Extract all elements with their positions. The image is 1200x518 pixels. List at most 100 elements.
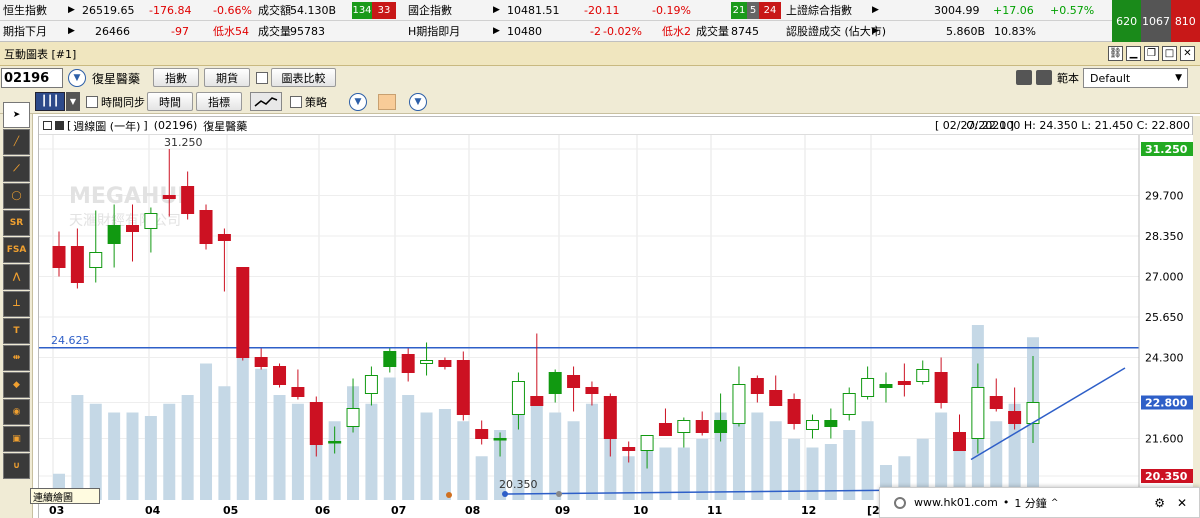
expand-arrow-icon[interactable]: ▶: [872, 21, 879, 41]
candle-body[interactable]: [107, 225, 121, 244]
candle-body[interactable]: [714, 420, 728, 433]
expand-arrow-icon[interactable]: ▶: [872, 0, 879, 20]
candle-body[interactable]: [879, 384, 893, 388]
candle-body[interactable]: [420, 360, 434, 364]
candle-body[interactable]: [493, 438, 507, 441]
measure-icon[interactable]: ⇹: [3, 345, 30, 371]
time-sync-checkbox[interactable]: [86, 96, 98, 108]
candlestick-chart[interactable]: MEGAHUB天滙財經有限公司24.62531.25020.35031.2502…: [39, 135, 1194, 518]
compare-checkbox[interactable]: [256, 72, 268, 84]
stock-code-input[interactable]: 02196: [1, 68, 63, 88]
candle-body[interactable]: [511, 381, 525, 415]
candle-body[interactable]: [769, 390, 783, 406]
candle-body[interactable]: [989, 396, 1003, 409]
candle-body[interactable]: [475, 429, 489, 439]
chevron-up-icon[interactable]: ^: [1051, 498, 1059, 508]
candle-body[interactable]: [456, 360, 470, 415]
lock-icon[interactable]: ▣: [3, 426, 30, 452]
dropdown-circle-icon[interactable]: ▼: [349, 93, 367, 111]
candle-body[interactable]: [585, 387, 599, 394]
candle-body[interactable]: [162, 195, 176, 199]
ellipse-icon[interactable]: ◯: [3, 183, 30, 209]
fibonacci-icon[interactable]: ⋀: [3, 264, 30, 290]
select-icon[interactable]: ➤: [3, 102, 30, 128]
candle-type-icon[interactable]: ┃┃┃: [35, 92, 65, 111]
expand-arrow-icon[interactable]: ▶: [493, 21, 500, 41]
candle-body[interactable]: [1008, 411, 1022, 424]
save-icon[interactable]: [1016, 70, 1032, 85]
candle-body[interactable]: [603, 396, 617, 439]
candle-body[interactable]: [677, 420, 691, 433]
fsa-icon[interactable]: FSA: [3, 237, 30, 263]
close-icon[interactable]: ✕: [1180, 46, 1195, 61]
restore-icon[interactable]: ❐: [1144, 46, 1159, 61]
candle-body[interactable]: [438, 360, 452, 367]
gann-icon[interactable]: ⊥: [3, 291, 30, 317]
minimize-icon[interactable]: ▁: [1126, 46, 1141, 61]
candle-body[interactable]: [658, 423, 672, 436]
candle-body[interactable]: [567, 375, 581, 388]
candle-body[interactable]: [548, 372, 562, 394]
indicator-button[interactable]: 指標: [196, 92, 242, 111]
candle-body[interactable]: [346, 408, 360, 427]
candle-body[interactable]: [144, 213, 158, 229]
futures-button[interactable]: 期貨: [204, 68, 250, 87]
candle-body[interactable]: [640, 435, 654, 451]
candle-body[interactable]: [52, 246, 66, 268]
candle-body[interactable]: [622, 447, 636, 451]
eraser-icon[interactable]: ◆: [3, 372, 30, 398]
edit-icon[interactable]: [55, 121, 64, 130]
color-swatch[interactable]: [378, 94, 396, 110]
candle-body[interactable]: [217, 234, 231, 241]
candle-body[interactable]: [401, 354, 415, 373]
line-chart-icon[interactable]: [250, 92, 282, 111]
candle-body[interactable]: [732, 384, 746, 424]
close-icon[interactable]: ✕: [1177, 496, 1187, 510]
candle-body[interactable]: [70, 246, 84, 283]
candle-body[interactable]: [199, 210, 213, 244]
compare-button[interactable]: 圖表比較: [271, 68, 336, 87]
line-icon[interactable]: ╱: [3, 129, 30, 155]
eye-icon[interactable]: ◉: [3, 399, 30, 425]
candle-body[interactable]: [861, 378, 875, 397]
candle-body[interactable]: [89, 252, 103, 268]
notification-popup[interactable]: www.hk01.com • 1 分鐘 ^ ⚙ ✕: [879, 487, 1200, 518]
dropdown-circle-icon[interactable]: ▼: [68, 69, 86, 87]
candle-body[interactable]: [695, 420, 709, 433]
link-icon[interactable]: ⛓: [1108, 46, 1123, 61]
dropdown-circle-icon[interactable]: ▼: [409, 93, 427, 111]
time-button[interactable]: 時間: [147, 92, 193, 111]
candle-body[interactable]: [750, 378, 764, 394]
magnet-icon[interactable]: ∪: [3, 453, 30, 479]
candle-body[interactable]: [971, 387, 985, 439]
index-button[interactable]: 指數: [153, 68, 199, 87]
candle-body[interactable]: [236, 267, 250, 358]
candle-body[interactable]: [805, 420, 819, 430]
candle-body[interactable]: [383, 351, 397, 367]
candle-body[interactable]: [126, 225, 140, 232]
event-marker[interactable]: [446, 492, 452, 498]
candle-body[interactable]: [824, 420, 838, 427]
candle-body[interactable]: [842, 393, 856, 415]
candle-body[interactable]: [181, 186, 195, 214]
strategy-checkbox[interactable]: [290, 96, 302, 108]
candle-body[interactable]: [934, 372, 948, 403]
chart-panel[interactable]: [ 週線圖 (一年) ] (02196) 復星醫藥 [ 02/27/2020 ]…: [38, 116, 1194, 518]
candle-body[interactable]: [897, 381, 911, 385]
template-select[interactable]: Default ▼: [1083, 68, 1188, 88]
candle-body[interactable]: [273, 366, 287, 385]
anchor-point[interactable]: [502, 491, 508, 497]
text-icon[interactable]: T: [3, 318, 30, 344]
chevron-down-icon[interactable]: ▼: [66, 92, 80, 111]
collapse-icon[interactable]: [43, 121, 52, 130]
candle-body[interactable]: [328, 441, 342, 444]
candle-body[interactable]: [364, 375, 378, 394]
expand-arrow-icon[interactable]: ▶: [493, 0, 500, 20]
anchor-point[interactable]: [556, 491, 562, 497]
sr-icon[interactable]: SR: [3, 210, 30, 236]
expand-arrow-icon[interactable]: ▶: [68, 0, 75, 20]
candle-body[interactable]: [309, 402, 323, 445]
candle-body[interactable]: [254, 357, 268, 367]
candle-body[interactable]: [530, 396, 544, 406]
candle-body[interactable]: [916, 369, 930, 382]
